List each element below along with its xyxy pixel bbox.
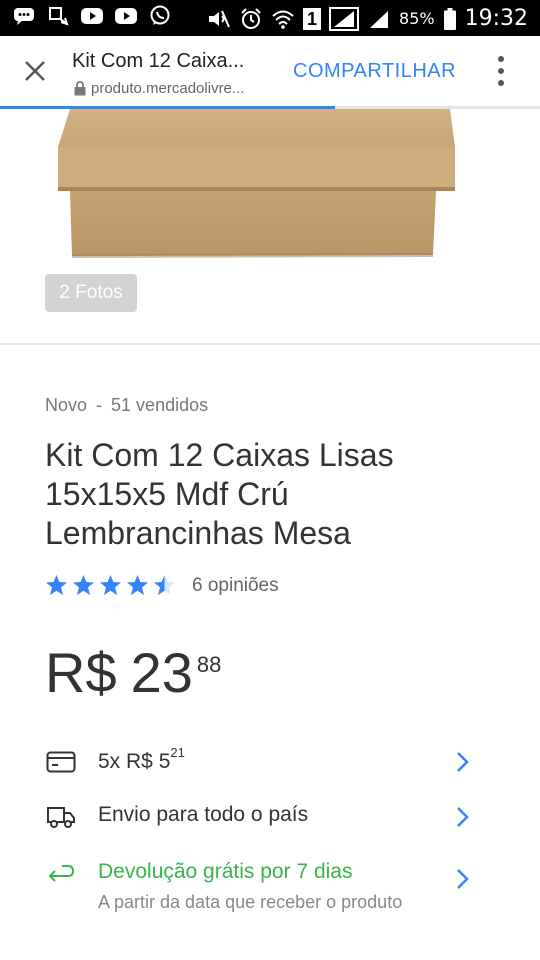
installments-amount: 5x R$ 5 [98, 750, 171, 773]
star-full-icon [127, 575, 148, 595]
close-button[interactable] [18, 54, 52, 88]
clock: 19:32 [464, 6, 528, 31]
status-bar: 1 85% 19:32 [0, 0, 540, 36]
menu-dot [498, 56, 504, 62]
separator: - [96, 395, 103, 415]
url-text: produto.mercadolivre... [91, 80, 245, 97]
page-title: Kit Com 12 Caixa... [72, 50, 245, 72]
sold-count: 51 vendidos [111, 395, 209, 415]
return-arrow-icon [45, 860, 77, 888]
price-integer: 23 [130, 641, 193, 704]
wifi-icon [271, 9, 295, 29]
chat-icon [12, 6, 36, 26]
condition-label: Novo [45, 395, 88, 415]
lock-icon [74, 81, 86, 96]
browser-toolbar: Kit Com 12 Caixa... produto.mercadolivre… [0, 36, 540, 106]
battery-icon [443, 7, 457, 30]
truck-icon [45, 803, 77, 831]
chevron-right-icon [457, 869, 469, 889]
rating[interactable]: 6 opiniões [45, 574, 279, 597]
star-half-icon [154, 575, 175, 595]
price-cents: 88 [196, 652, 222, 677]
youtube-icon [80, 6, 104, 26]
shipping-row[interactable]: Envio para todo o país [45, 803, 475, 831]
product-subtitle: Novo -51 vendidos [45, 395, 208, 416]
page-url: produto.mercadolivre... [74, 80, 244, 97]
menu-dot [498, 68, 504, 74]
credit-card-icon [45, 748, 77, 776]
notification-icons [12, 5, 172, 26]
rating-stars [45, 574, 176, 597]
installments-row[interactable]: 5x R$ 521 [45, 745, 475, 776]
reviews-link[interactable]: 6 opiniões [192, 575, 279, 597]
chevron-right-icon [457, 752, 469, 772]
star-full-icon [100, 575, 121, 595]
alarm-icon [239, 7, 263, 29]
star-full-icon [73, 575, 94, 595]
divider [0, 343, 540, 345]
price-currency: R$ [45, 641, 117, 704]
returns-title: Devolução grátis por 7 dias [98, 860, 353, 883]
shipping-text: Envio para todo o país [98, 803, 309, 826]
signal-icon [367, 9, 391, 29]
menu-dot [498, 80, 504, 86]
more-options-button[interactable] [490, 54, 512, 90]
product-image [58, 109, 455, 258]
mute-icon [207, 9, 231, 29]
sim-badge: 1 [303, 7, 322, 30]
cast-icon [46, 6, 70, 26]
product-title: Kit Com 12 Caixas Lisas 15x15x5 Mdf Crú … [45, 437, 394, 551]
price: R$ 23 88 [45, 640, 221, 705]
product-gallery[interactable]: 2 Fotos [0, 109, 540, 343]
battery-percent: 85% [399, 9, 435, 28]
share-button[interactable]: COMPARTILHAR [293, 60, 456, 83]
installments-text: 5x R$ 521 [98, 745, 185, 774]
close-icon [25, 61, 45, 81]
returns-row[interactable]: Devolução grátis por 7 dias A partir da … [45, 860, 475, 940]
returns-subtitle: A partir da data que receber o produto [98, 892, 403, 912]
installments-cents: 21 [170, 745, 185, 760]
photos-count-badge[interactable]: 2 Fotos [45, 274, 137, 312]
signal-icon [329, 6, 360, 31]
youtube-icon [114, 6, 138, 26]
whatsapp-icon [148, 5, 172, 26]
system-icons: 1 85% 19:32 [207, 6, 528, 31]
star-full-icon [46, 575, 67, 595]
chevron-right-icon [457, 807, 469, 827]
